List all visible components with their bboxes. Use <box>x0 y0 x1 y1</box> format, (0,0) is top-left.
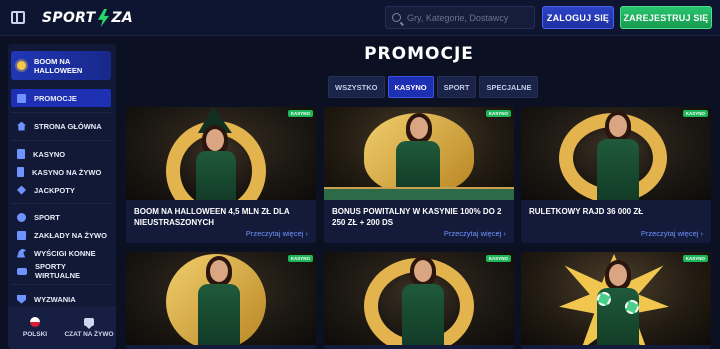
live-chat-label: CZAT NA ŻYWO <box>64 330 114 338</box>
live-bet-icon <box>17 230 26 240</box>
sidebar-item-horse-racing[interactable]: WYŚCIGI KONNE <box>11 244 111 262</box>
logo[interactable]: SPORT ZA <box>42 8 133 28</box>
sidebar-item-label: WYŚCIGI KONNE <box>34 248 96 258</box>
category-badge: KASYNO <box>485 110 511 117</box>
tab-all[interactable]: WSZYSTKO <box>328 76 385 98</box>
home-icon <box>17 121 26 131</box>
promo-card[interactable]: KASYNO <box>126 252 316 349</box>
promo-card[interactable]: KASYNO BOOM NA HALLOWEEN 4,5 MLN ZŁ DLA … <box>126 107 316 243</box>
promo-card[interactable]: KASYNO BONUS POWITALNY W KASYNIE 100% DO… <box>324 107 514 243</box>
language-selector[interactable]: POLSKI <box>8 306 62 349</box>
sidebar-item-label: KASYNO NA ŻYWO <box>32 167 102 177</box>
promo-card-title: RULETKOWY RAJD 36 000 ZŁ <box>529 207 644 216</box>
sidebar-toggle-icon[interactable] <box>11 11 25 24</box>
sidebar-bottom-bar: POLSKI CZAT NA ŻYWO <box>8 306 116 349</box>
sidebar-item-label: SPORT <box>34 212 60 222</box>
category-badge: KASYNO <box>485 255 511 262</box>
tab-casino[interactable]: KASYNO <box>387 76 434 98</box>
tab-sport[interactable]: SPORT <box>436 76 477 98</box>
sidebar-item-live-betting[interactable]: ZAKŁADY NA ŻYWO <box>11 226 111 244</box>
gift-icon <box>17 93 26 103</box>
sidebar-item-label: KASYNO <box>33 149 66 159</box>
promo-card-image <box>126 252 316 345</box>
category-badge: KASYNO <box>682 255 708 262</box>
category-badge: KASYNO <box>682 110 708 117</box>
sun-icon <box>17 61 26 70</box>
promo-banner-label: BOOM NA HALLOWEEN <box>34 56 83 75</box>
tab-special[interactable]: SPECJALNE <box>479 76 539 98</box>
search-box[interactable] <box>385 6 535 29</box>
cards-icon <box>17 149 25 159</box>
sidebar-item-sport[interactable]: SPORT <box>11 208 111 226</box>
sidebar-item-promotions[interactable]: PROMOCJE <box>11 89 111 107</box>
promo-card-image <box>324 252 514 345</box>
read-more-link[interactable]: Przeczytaj więcej › <box>641 229 703 238</box>
sidebar-item-label: STRONA GŁÓWNA <box>34 121 102 131</box>
promo-card-title: BOOM NA HALLOWEEN 4,5 MLN ZŁ DLA NIEUSTR… <box>134 207 290 227</box>
sidebar-item-jackpots[interactable]: JACKPOTY <box>11 181 111 199</box>
search-icon <box>392 13 401 22</box>
divider <box>11 284 111 285</box>
sidebar-item-casino[interactable]: KASYNO <box>11 145 111 163</box>
sidebar-item-label: WYZWANIA <box>34 294 76 304</box>
sidebar-item-label: ZAKŁADY NA ŻYWO <box>34 230 107 240</box>
challenge-icon <box>17 294 26 304</box>
sidebar-item-live-casino[interactable]: KASYNO NA ŻYWO <box>11 163 111 181</box>
category-badge: KASYNO <box>287 110 313 117</box>
divider <box>11 203 111 204</box>
search-input[interactable] <box>407 12 532 23</box>
promo-card-image <box>126 107 316 200</box>
promo-card-title: BONUS POWITALNY W KASYNIE 100% DO 2 250 … <box>332 207 502 227</box>
divider <box>11 140 111 141</box>
promo-card[interactable]: KASYNO RULETKOWY RAJD 36 000 ZŁ Przeczyt… <box>521 107 711 243</box>
virtual-icon <box>17 267 27 275</box>
divider <box>11 112 111 113</box>
category-badge: KASYNO <box>287 255 313 262</box>
register-button[interactable]: ZAREJESTRUJ SIĘ <box>620 6 712 29</box>
promo-card-image <box>521 107 711 200</box>
horse-icon <box>17 248 26 258</box>
live-chat-button[interactable]: CZAT NA ŻYWO <box>62 306 116 349</box>
halloween-promo-banner[interactable]: BOOM NA HALLOWEEN <box>11 51 111 80</box>
top-bar: SPORTZA ZALOGUJ SIĘ ZAREJESTRUJ SIĘ <box>0 0 720 36</box>
promo-card-image <box>521 252 711 345</box>
page-title: PROMOCJE <box>364 44 474 64</box>
sidebar-item-virtual-sports[interactable]: SPORTY WIRTUALNE <box>11 262 111 280</box>
promo-tabs: WSZYSTKO KASYNO SPORT SPECJALNE <box>328 76 539 98</box>
login-button[interactable]: ZALOGUJ SIĘ <box>542 6 614 29</box>
sidebar-item-label: SPORTY WIRTUALNE <box>35 262 80 280</box>
ball-icon <box>17 212 26 222</box>
live-casino-icon <box>17 167 24 177</box>
poland-flag-icon <box>30 317 40 327</box>
promo-card[interactable]: KASYNO <box>521 252 711 349</box>
jackpot-icon <box>17 185 26 195</box>
sidebar-item-label: PROMOCJE <box>34 93 77 103</box>
sidebar-item-home[interactable]: STRONA GŁÓWNA <box>11 117 111 135</box>
sidebar-item-label: JACKPOTY <box>34 185 75 195</box>
logo-bolt-icon <box>97 9 110 27</box>
chat-icon <box>84 317 94 329</box>
read-more-link[interactable]: Przeczytaj więcej › <box>246 229 308 238</box>
language-label: POLSKI <box>22 331 48 338</box>
read-more-link[interactable]: Przeczytaj więcej › <box>444 229 506 238</box>
promo-card[interactable]: KASYNO <box>324 252 514 349</box>
promo-card-image <box>324 107 514 200</box>
sidebar: BOOM NA HALLOWEEN PROMOCJE STRONA GŁÓWNA… <box>8 44 116 349</box>
